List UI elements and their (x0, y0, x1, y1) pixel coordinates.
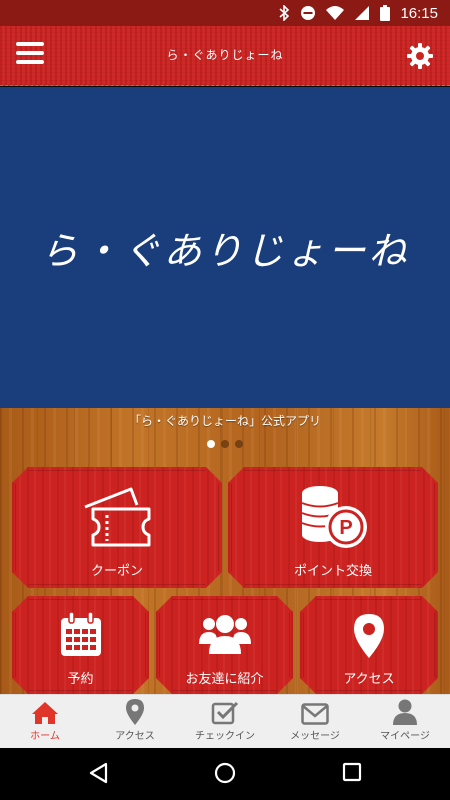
wifi-icon (326, 6, 345, 20)
nav-mypage[interactable]: マイページ (360, 695, 450, 748)
carousel-dot-1[interactable] (207, 440, 215, 448)
bluetooth-icon (279, 5, 290, 21)
home-circle-icon[interactable] (214, 762, 236, 784)
nav-home[interactable]: ホーム (0, 695, 90, 748)
do-not-disturb-icon (301, 6, 316, 20)
reservation-label: 予約 (67, 672, 94, 687)
nav-home-label: ホーム (30, 731, 60, 742)
coupon-tile[interactable]: クーポン (12, 467, 222, 588)
checkin-icon (211, 701, 239, 725)
nav-message-label: メッセージ (290, 731, 340, 742)
reservation-tile[interactable]: 予約 (12, 596, 149, 694)
svg-text:P: P (339, 517, 352, 539)
back-icon[interactable] (88, 762, 108, 784)
recents-icon[interactable] (342, 762, 362, 782)
nav-access[interactable]: アクセス (90, 695, 180, 748)
hero-logo: ら・ぐありじょーね (40, 229, 410, 273)
map-pin-icon (126, 699, 144, 725)
calendar-icon (59, 612, 103, 658)
user-icon (393, 699, 417, 725)
point-exchange-label: ポイント交換 (293, 564, 372, 579)
access-tile[interactable]: アクセス (300, 596, 438, 694)
gear-icon[interactable] (406, 42, 434, 70)
users-icon (199, 614, 251, 656)
nav-checkin[interactable]: チェックイン (180, 695, 270, 748)
coins-point-icon: P (296, 483, 370, 551)
refer-friend-tile[interactable]: お友達に紹介 (156, 596, 293, 694)
home-icon (32, 702, 58, 724)
app-caption: 「ら・ぐありじょーね」公式アプリ (128, 414, 321, 428)
nav-message[interactable]: メッセージ (270, 695, 360, 748)
status-bar: 16:15 (0, 0, 450, 26)
ticket-icon (79, 485, 155, 549)
bottom-nav: ホーム アクセス チェックイン メッセージ マイページ (0, 694, 450, 748)
nav-checkin-label: チェックイン (195, 731, 255, 742)
carousel-dots (0, 440, 450, 448)
app-header: ら・ぐありじょーね (0, 26, 450, 86)
nav-access-label: アクセス (115, 731, 155, 742)
signal-icon (355, 6, 370, 20)
nav-mypage-label: マイページ (380, 731, 430, 742)
status-time: 16:15 (400, 4, 438, 22)
battery-icon (380, 5, 391, 21)
map-pin-icon (354, 614, 384, 658)
refer-friend-label: お友達に紹介 (185, 672, 264, 687)
header-title: ら・ぐありじょーね (166, 48, 284, 62)
coupon-label: クーポン (90, 564, 143, 579)
android-nav-bar (0, 748, 450, 800)
point-exchange-tile[interactable]: P ポイント交換 (228, 467, 438, 588)
access-label: アクセス (343, 672, 395, 687)
envelope-icon (301, 703, 329, 725)
hero-banner[interactable]: ら・ぐありじょーね (0, 87, 450, 408)
carousel-dot-3[interactable] (235, 440, 243, 448)
carousel-dot-2[interactable] (221, 440, 229, 448)
